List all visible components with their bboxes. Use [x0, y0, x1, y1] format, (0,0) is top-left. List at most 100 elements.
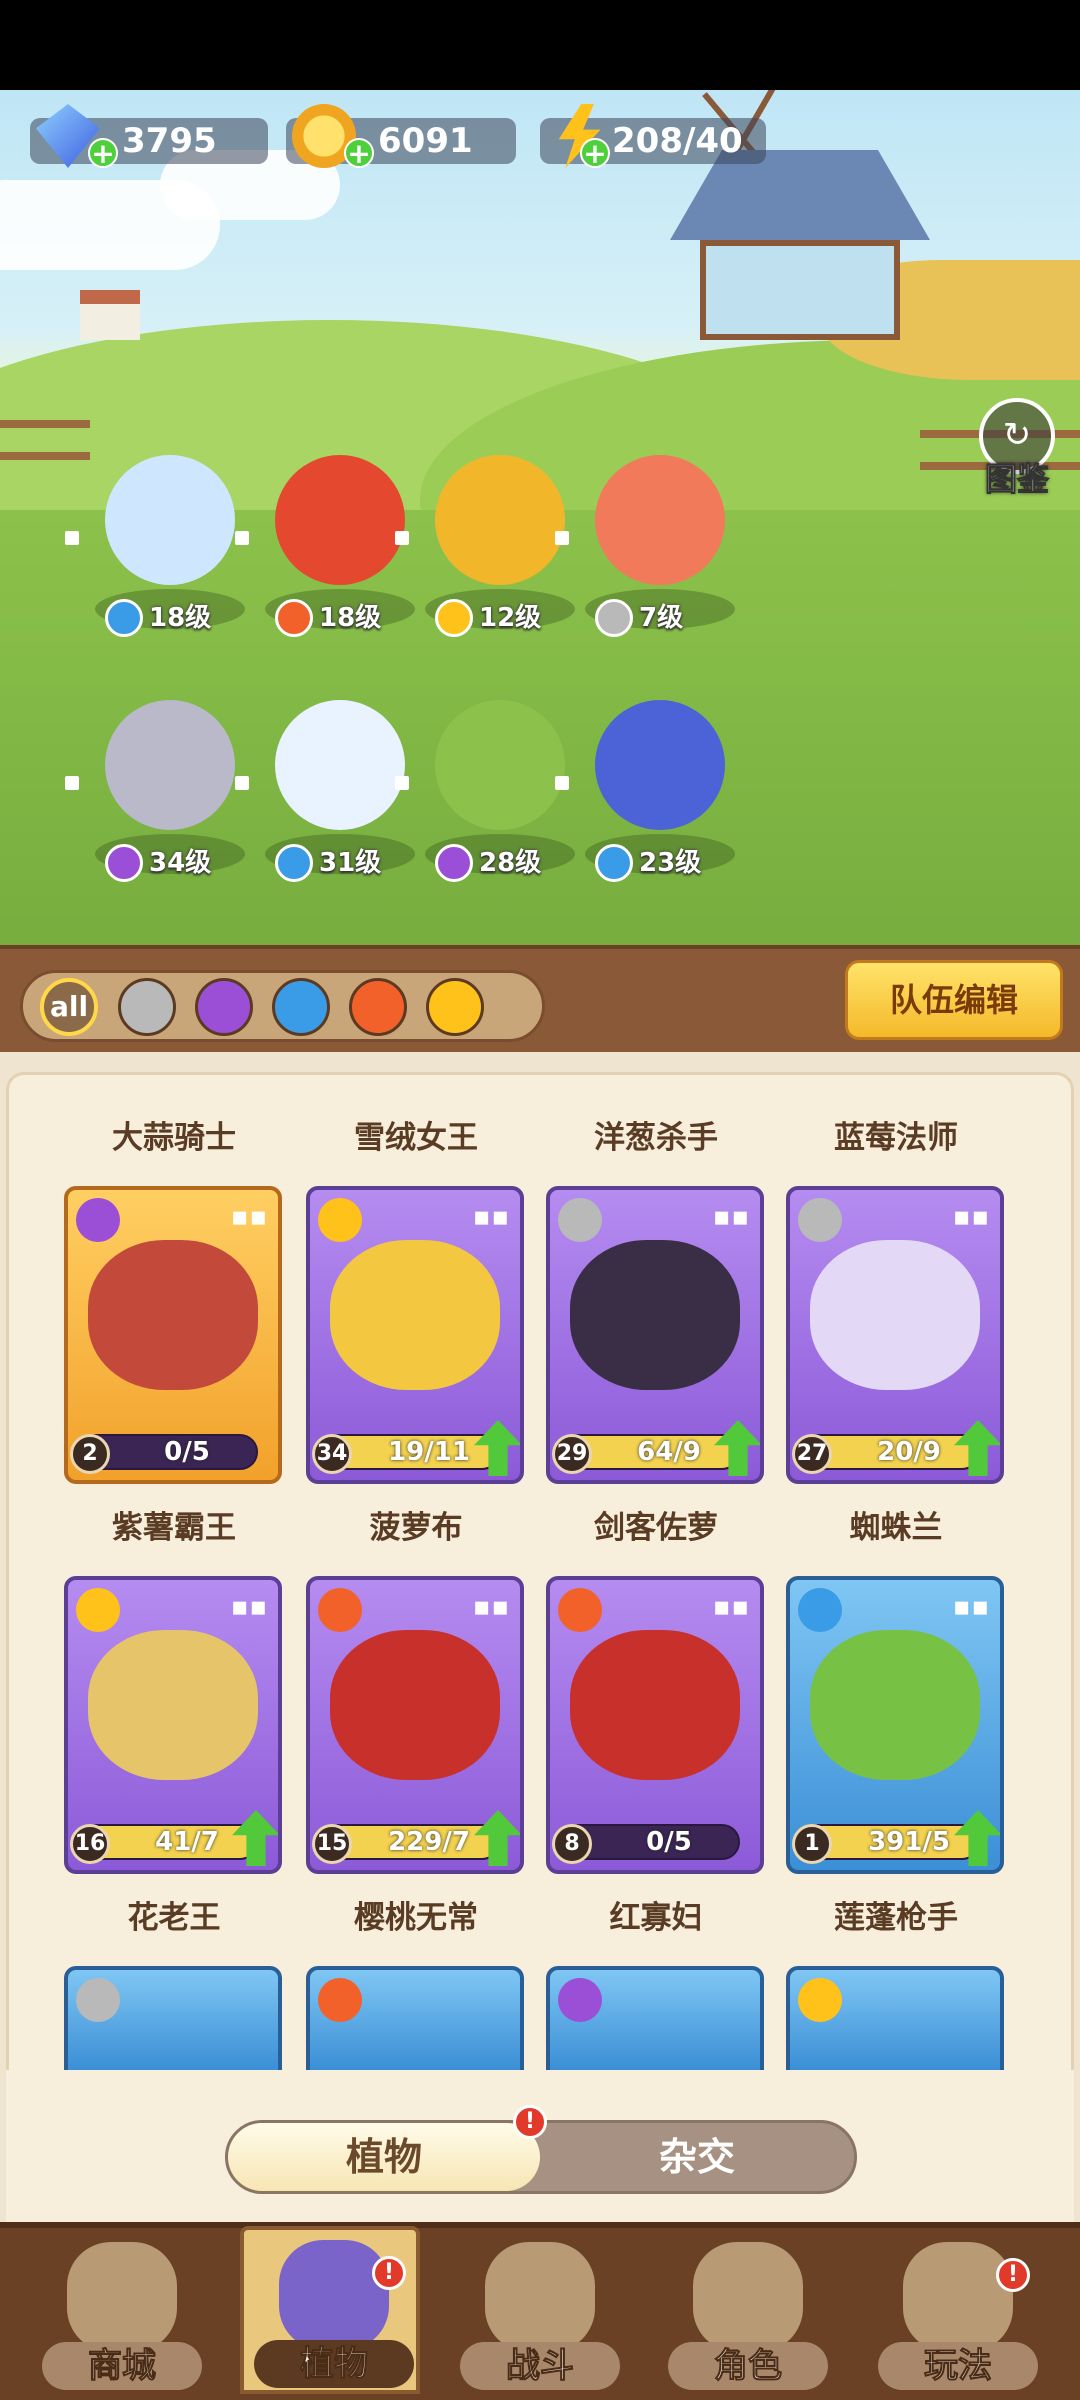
- atlas-button[interactable]: ↻ 图鉴: [970, 398, 1064, 499]
- slot-level-text: 23级: [639, 848, 702, 878]
- plant-card[interactable]: ▪▪ 20/9 27: [786, 1186, 1004, 1484]
- formation-icon: [395, 531, 409, 545]
- nav-battle[interactable]: 战斗: [450, 2232, 630, 2400]
- formation-icon: [395, 776, 409, 790]
- nav-shop[interactable]: 商城: [32, 2232, 212, 2400]
- formation-icon: [235, 531, 249, 545]
- filter-fire-button[interactable]: [349, 978, 407, 1036]
- plant-card[interactable]: ▪▪ 391/5 1: [786, 1576, 1004, 1874]
- team-slot[interactable]: 23级: [555, 690, 755, 890]
- plant-portrait: [810, 1630, 980, 1780]
- water-icon: [798, 1588, 842, 1632]
- plant-avatar: [435, 455, 565, 585]
- card-progress-text: 391/5: [868, 1827, 950, 1857]
- fire-icon: [275, 599, 313, 637]
- card-progress-text: 20/9: [877, 1437, 941, 1467]
- water-icon: [275, 844, 313, 882]
- add-gems-icon[interactable]: +: [88, 138, 118, 168]
- gameplay-icon: [903, 2242, 1013, 2352]
- plants-icon: [279, 2240, 389, 2350]
- plants-tab[interactable]: 植物: [228, 2123, 540, 2191]
- nav-gameplay[interactable]: 玩法!: [868, 2232, 1048, 2400]
- filter-poison-button[interactable]: [195, 978, 253, 1036]
- card-level: 16: [70, 1824, 110, 1864]
- poison-icon: [558, 1978, 602, 2022]
- plants-alert-badge: !: [513, 2105, 547, 2139]
- slot-level: 34级: [105, 844, 255, 882]
- slot-level: 7级: [595, 599, 745, 637]
- plant-portrait: [330, 1630, 500, 1780]
- formation-icon: [65, 776, 79, 790]
- add-energy-icon[interactable]: +: [580, 138, 610, 168]
- plant-portrait: [88, 1240, 258, 1390]
- formation-icon: ▪▪: [952, 1592, 990, 1622]
- plant-avatar: [595, 455, 725, 585]
- coin-counter[interactable]: + 6091: [286, 104, 516, 168]
- plant-name: 洋葱杀手: [594, 1120, 718, 1156]
- slot-level: 23级: [595, 844, 745, 882]
- fire-icon: [558, 1588, 602, 1632]
- team-edit-button[interactable]: 队伍编辑: [845, 960, 1063, 1040]
- card-level: 29: [552, 1434, 592, 1474]
- plant-card[interactable]: ▪▪ 64/9 29: [546, 1186, 764, 1484]
- lightning-icon: [76, 1588, 120, 1632]
- energy-counter[interactable]: + 208/40: [540, 104, 766, 168]
- plant-card[interactable]: [546, 1966, 764, 2070]
- filter-all-button[interactable]: all: [40, 978, 98, 1036]
- plant-card[interactable]: ▪▪ 229/7 15: [306, 1576, 524, 1874]
- filter-lightning-button[interactable]: [426, 978, 484, 1036]
- nav-character[interactable]: 角色: [658, 2232, 838, 2400]
- add-coins-icon[interactable]: +: [344, 138, 374, 168]
- plant-name: 莲蓬枪手: [834, 1900, 958, 1936]
- status-bar: [0, 0, 1080, 90]
- slot-level-text: 31级: [319, 848, 382, 878]
- slot-level: 18级: [105, 599, 255, 637]
- nav-label: 战斗: [460, 2342, 620, 2390]
- plant-card[interactable]: ▪▪ 41/7 16: [64, 1576, 282, 1874]
- plant-card[interactable]: ▪▪ 0/5 8: [546, 1576, 764, 1874]
- plant-card[interactable]: [306, 1966, 524, 2070]
- atlas-label: 图鉴: [984, 460, 1049, 499]
- nav-label: 玩法: [878, 2342, 1038, 2390]
- formation-icon: ▪▪: [230, 1202, 268, 1232]
- card-progress-text: 0/5: [164, 1437, 210, 1467]
- plant-card[interactable]: ▪▪ 19/11 34: [306, 1186, 524, 1484]
- sword-icon: [558, 1198, 602, 1242]
- poison-icon: [76, 1198, 120, 1242]
- nav-label: 角色: [668, 2342, 828, 2390]
- formation-icon: ▪▪: [472, 1202, 510, 1232]
- sword-icon: [798, 1198, 842, 1242]
- formation-icon: [555, 776, 569, 790]
- gem-count: 3795: [122, 121, 217, 161]
- plant-portrait: [570, 1240, 740, 1390]
- filter-sword-button[interactable]: [118, 978, 176, 1036]
- plant-card[interactable]: ▪▪ 0/5 2: [64, 1186, 282, 1484]
- card-progress-text: 0/5: [646, 1827, 692, 1857]
- farmhouse: [670, 150, 930, 340]
- card-progress-text: 64/9: [637, 1437, 701, 1467]
- gem-counter[interactable]: + 3795: [30, 104, 268, 168]
- formation-icon: ▪▪: [472, 1592, 510, 1622]
- lightning-icon: [798, 1978, 842, 2022]
- fire-icon: [318, 1978, 362, 2022]
- formation-icon: [555, 531, 569, 545]
- plant-avatar: [105, 700, 235, 830]
- nav-plants[interactable]: 植物!: [240, 2226, 420, 2394]
- slot-level-text: 7级: [639, 603, 684, 633]
- plant-name: 紫薯霸王: [112, 1510, 236, 1546]
- plant-card[interactable]: [64, 1966, 282, 2070]
- poison-icon: [435, 844, 473, 882]
- formation-icon: [235, 776, 249, 790]
- formation-icon: ▪▪: [712, 1202, 750, 1232]
- hybrid-tab[interactable]: 杂交: [540, 2123, 854, 2191]
- plant-avatar: [275, 700, 405, 830]
- plant-avatar: [435, 700, 565, 830]
- team-slot[interactable]: 7级: [555, 445, 755, 645]
- nav-alert-badge: !: [372, 2256, 406, 2290]
- filter-water-button[interactable]: [272, 978, 330, 1036]
- plant-card[interactable]: [786, 1966, 1004, 2070]
- water-icon: [595, 844, 633, 882]
- plant-name: 红寡妇: [609, 1900, 703, 1936]
- card-progress-text: 19/11: [388, 1437, 470, 1467]
- plant-portrait: [570, 1630, 740, 1780]
